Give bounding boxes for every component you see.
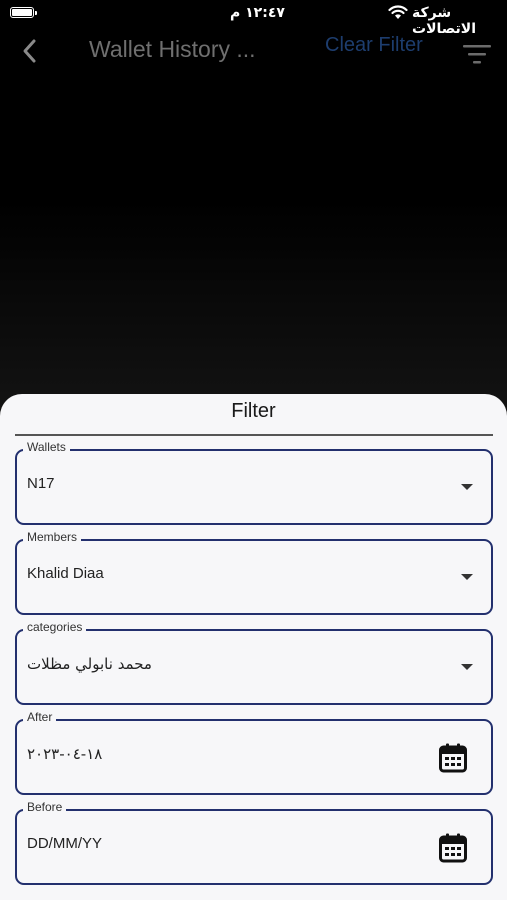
battery-icon bbox=[10, 7, 37, 18]
back-chevron-icon[interactable] bbox=[20, 38, 42, 64]
sheet-divider bbox=[15, 434, 493, 436]
nav-bar: Wallet History ... Clear Filter bbox=[0, 30, 507, 76]
categories-value: محمد نابولي مظلات bbox=[27, 655, 152, 673]
dropdown-caret-icon[interactable] bbox=[461, 574, 473, 580]
calendar-icon[interactable] bbox=[439, 743, 467, 773]
after-date-field[interactable]: After ١٨-٠٤-٢٠٢٣ bbox=[15, 710, 493, 795]
before-date-field[interactable]: Before DD/MM/YY bbox=[15, 800, 493, 885]
members-label: Members bbox=[23, 530, 82, 544]
page-title: Wallet History ... bbox=[89, 36, 256, 62]
clear-filter-button[interactable]: Clear Filter bbox=[325, 34, 423, 57]
wifi-icon bbox=[388, 5, 408, 19]
after-date-value: ١٨-٠٤-٢٠٢٣ bbox=[27, 745, 103, 763]
before-label: Before bbox=[23, 800, 67, 814]
dropdown-caret-icon[interactable] bbox=[461, 664, 473, 670]
dropdown-caret-icon[interactable] bbox=[461, 484, 473, 490]
status-time: ١٢:٤٧ م bbox=[230, 5, 285, 21]
wallets-label: Wallets bbox=[23, 440, 70, 454]
sheet-title: Filter bbox=[231, 400, 276, 422]
filter-lines-icon[interactable] bbox=[462, 42, 492, 66]
calendar-icon[interactable] bbox=[439, 833, 467, 863]
status-bar: ١٢:٤٧ م شركة الاتصالات bbox=[0, 0, 507, 37]
categories-dropdown[interactable]: categories محمد نابولي مظلات bbox=[15, 620, 493, 705]
before-date-value: DD/MM/YY bbox=[27, 835, 102, 852]
wallets-value: N17 bbox=[27, 475, 55, 492]
wallets-dropdown[interactable]: Wallets N17 bbox=[15, 440, 493, 525]
categories-label: categories bbox=[23, 620, 87, 634]
after-label: After bbox=[23, 710, 57, 724]
members-dropdown[interactable]: Members Khalid Diaa bbox=[15, 530, 493, 615]
filter-sheet: Filter Wallets N17 Members Khalid Diaa c… bbox=[0, 394, 507, 900]
members-value: Khalid Diaa bbox=[27, 565, 104, 582]
